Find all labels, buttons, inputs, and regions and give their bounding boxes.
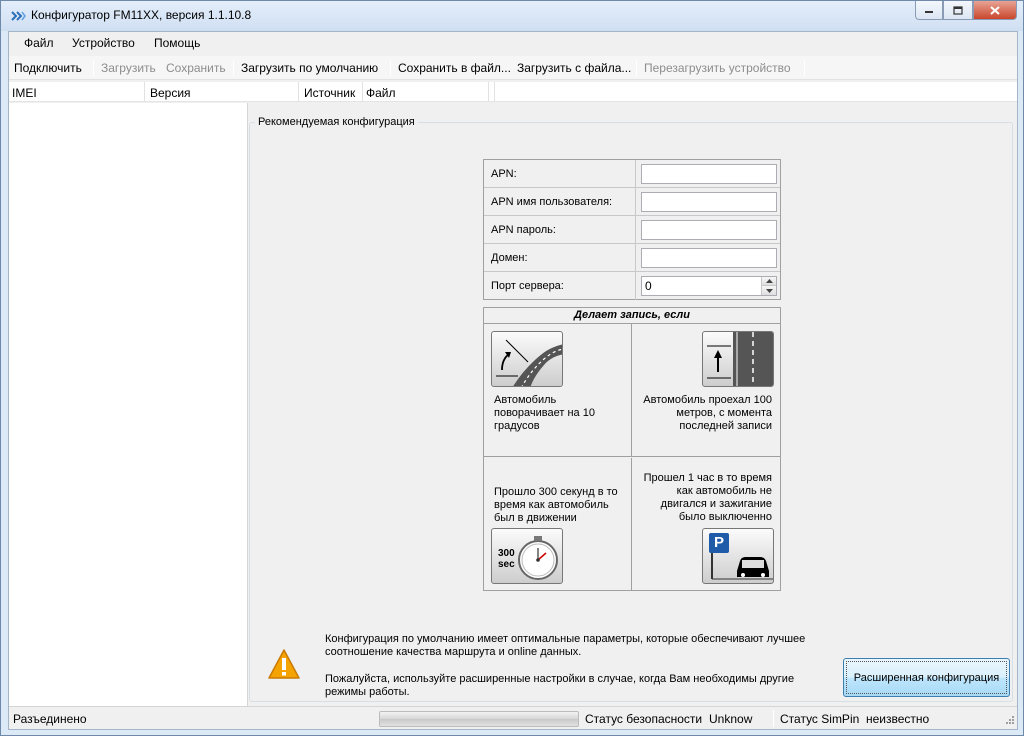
minimize-button[interactable] <box>915 1 943 20</box>
column-file[interactable]: Файл <box>363 82 489 102</box>
maximize-icon <box>953 5 963 15</box>
apn-input[interactable] <box>641 164 777 184</box>
domain-row: Домен: <box>484 244 780 272</box>
advanced-config-button[interactable]: Расширенная конфигурация <box>843 658 1010 697</box>
toolbar-separator <box>390 60 391 76</box>
security-status-label: Статус безопасности <box>585 712 703 726</box>
status-separator <box>773 710 774 727</box>
simpin-status-label: Статус SimPin <box>780 712 860 726</box>
save-button[interactable]: Сохранить <box>166 61 226 75</box>
security-status-value: Unknow <box>709 712 753 726</box>
advanced-config-label: Расширенная конфигурация <box>846 661 1007 694</box>
window-title: Конфигуратор FM11XX, версия 1.1.10.8 <box>31 8 252 22</box>
device-list[interactable] <box>9 103 248 706</box>
apn-label: APN: <box>491 168 517 180</box>
toolbar-separator <box>93 60 94 76</box>
record-conditions: Делает запись, если Автомобиль поворачив… <box>483 307 781 591</box>
apn-user-input[interactable] <box>641 192 777 212</box>
simpin-status-value: неизвестно <box>866 712 930 726</box>
condition-stop-text: Прошел 1 час в то время как автомобиль н… <box>643 472 772 523</box>
domain-label: Домен: <box>491 252 528 264</box>
toolbar-separator <box>804 60 805 76</box>
app-window: Конфигуратор FM11XX, версия 1.1.10.8 Фай… <box>0 0 1024 736</box>
maximize-button[interactable] <box>943 1 973 20</box>
condition-time: Прошло 300 секунд в то время как автомоб… <box>484 458 632 591</box>
toolbar-separator <box>636 60 637 76</box>
client-area: Файл Устройство Помощь Подключить Загруз… <box>8 31 1018 730</box>
title-bar[interactable]: Конфигуратор FM11XX, версия 1.1.10.8 <box>1 1 1023 31</box>
progress-bar <box>379 711 579 727</box>
record-conditions-title: Делает запись, если <box>484 308 780 324</box>
parking-icon: P <box>702 528 774 584</box>
connection-status: Разъединено <box>13 712 87 726</box>
apn-password-input[interactable] <box>641 220 777 240</box>
connection-form: APN: APN имя пользователя: APN пароль: Д… <box>483 159 781 300</box>
stopwatch-icon: 300 sec <box>491 528 563 584</box>
column-spacer <box>489 82 495 102</box>
apn-user-label: APN имя пользователя: <box>491 196 613 208</box>
condition-turn: Автомобиль поворачивает на 10 градусов <box>484 324 632 457</box>
apn-password-row: APN пароль: <box>484 216 780 244</box>
server-port-value[interactable]: 0 <box>645 279 652 293</box>
app-icon <box>11 11 26 21</box>
device-list-header: IMEI Версия Источник Файл <box>9 82 1017 102</box>
warning-icon <box>268 649 300 679</box>
condition-turn-text: Автомобиль поворачивает на 10 градусов <box>494 394 595 432</box>
close-button[interactable] <box>973 1 1017 20</box>
load-from-file-button[interactable]: Загрузить с файла... <box>517 61 631 75</box>
stepper-down-button[interactable] <box>762 286 776 295</box>
reboot-device-button[interactable]: Перезагрузить устройство <box>644 61 791 75</box>
server-port-label: Порт сервера: <box>491 280 564 292</box>
menu-help[interactable]: Помощь <box>154 36 200 50</box>
toolbar-separator <box>233 60 234 76</box>
menu-file[interactable]: Файл <box>24 36 54 50</box>
server-port-row: Порт сервера: 0 <box>484 272 780 300</box>
load-default-button[interactable]: Загрузить по умолчанию <box>241 61 378 75</box>
config-group-title: Рекомендуемая конфигурация <box>255 116 418 128</box>
timer-label-top: 300 <box>498 548 515 559</box>
toolbar: Подключить Загрузить Сохранить Загрузить… <box>9 56 1017 80</box>
chevron-down-icon <box>765 288 773 293</box>
condition-stop: Прошел 1 час в то время как автомобиль н… <box>632 458 780 591</box>
close-icon <box>990 5 1000 15</box>
chevron-up-icon <box>765 279 773 283</box>
condition-time-text: Прошло 300 секунд в то время как автомоб… <box>494 486 618 524</box>
condition-distance-text: Автомобиль проехал 100 метров, с момента… <box>643 394 772 432</box>
apn-row: APN: <box>484 160 780 188</box>
save-to-file-button[interactable]: Сохранить в файл... <box>398 61 511 75</box>
server-port-stepper[interactable]: 0 <box>641 276 777 296</box>
condition-distance: Автомобиль проехал 100 метров, с момента… <box>632 324 780 457</box>
connect-button[interactable]: Подключить <box>14 61 82 75</box>
column-imei[interactable]: IMEI <box>9 82 145 102</box>
menu-bar: Файл Устройство Помощь <box>9 32 1017 54</box>
column-source[interactable]: Источник <box>301 82 363 102</box>
domain-input[interactable] <box>641 248 777 268</box>
status-bar: Разъединено Статус безопасности Unknow С… <box>9 706 1017 729</box>
resize-grip-icon[interactable] <box>1003 715 1015 727</box>
stepper-up-button[interactable] <box>762 277 776 286</box>
column-version[interactable]: Версия <box>147 82 299 102</box>
load-button[interactable]: Загрузить <box>101 61 156 75</box>
info-advanced-text: Пожалуйста, используйте расширенные наст… <box>325 673 795 698</box>
road-turn-icon <box>491 331 563 387</box>
minimize-icon <box>925 11 933 13</box>
menu-device[interactable]: Устройство <box>72 36 135 50</box>
parking-sign-letter: P <box>714 534 725 551</box>
info-default-text: Конфигурация по умолчанию имеет оптималь… <box>325 633 806 658</box>
road-distance-icon <box>702 331 774 387</box>
timer-label-bottom: sec <box>498 559 515 570</box>
apn-user-row: APN имя пользователя: <box>484 188 780 216</box>
apn-password-label: APN пароль: <box>491 224 556 236</box>
